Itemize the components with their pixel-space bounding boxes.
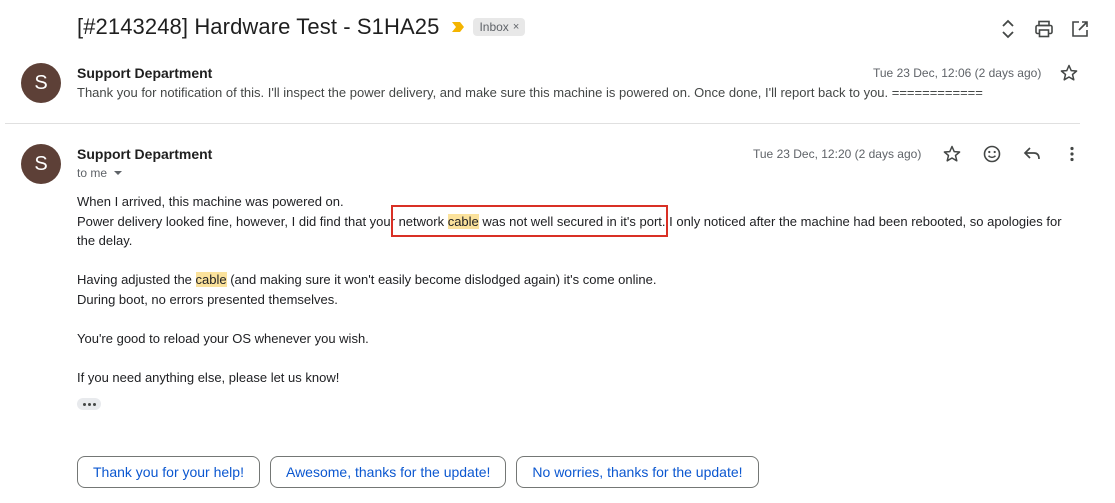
message-snippet[interactable]: Thank you for notification of this. I'll… [77,85,983,100]
reply-icon[interactable] [1023,144,1041,164]
search-highlight: cable [195,272,227,287]
smart-reply-button[interactable]: No worries, thanks for the update! [516,456,759,488]
emoji-reaction-icon[interactable] [983,144,1001,164]
body-text-segment: (and making sure it won't easily become … [226,272,657,287]
open-in-new-icon[interactable] [1071,18,1089,40]
avatar[interactable]: S [21,144,61,184]
smart-reply-button[interactable]: Thank you for your help! [77,456,260,488]
smart-replies: Thank you for your help! Awesome, thanks… [77,456,759,488]
message-divider [5,123,1080,124]
body-line: If you need anything else, please let us… [77,369,340,385]
message-date: Tue 23 Dec, 12:06 (2 days ago) [873,66,1042,80]
chevron-down-icon[interactable] [113,169,123,177]
inbox-label-chip[interactable]: Inbox × [473,18,526,36]
star-icon[interactable] [1060,64,1078,82]
print-icon[interactable] [1035,18,1053,40]
label-text: Inbox [479,20,509,34]
annotation-box [391,205,668,237]
message-date: Tue 23 Dec, 12:20 (2 days ago) [753,147,922,161]
recipient-label: to me [77,166,108,180]
unfold-icon[interactable] [999,18,1017,40]
smart-reply-button[interactable]: Awesome, thanks for the update! [269,456,507,488]
sender-name: Support Department [77,65,213,81]
sender-name[interactable]: Support Department [77,146,212,162]
body-line: You're good to reload your OS whenever y… [77,330,369,346]
message-actions [943,144,1081,164]
avatar[interactable]: S [21,63,61,103]
subject-row: [#2143248] Hardware Test - S1HA25 Inbox … [77,14,526,40]
importance-marker-icon[interactable] [451,20,465,34]
body-line: During boot, no errors presented themsel… [77,291,338,307]
thread-toolbar [999,18,1089,40]
recipient-details[interactable]: to me [77,166,123,180]
remove-label-icon[interactable]: × [513,21,519,33]
email-subject: [#2143248] Hardware Test - S1HA25 [77,14,440,39]
star-icon[interactable] [943,144,961,164]
more-options-icon[interactable] [1063,144,1081,164]
body-text-segment: Having adjusted the [77,272,196,287]
body-paragraph: Having adjusted the cable (and making su… [77,270,1072,290]
show-trimmed-content-button[interactable] [77,398,101,410]
